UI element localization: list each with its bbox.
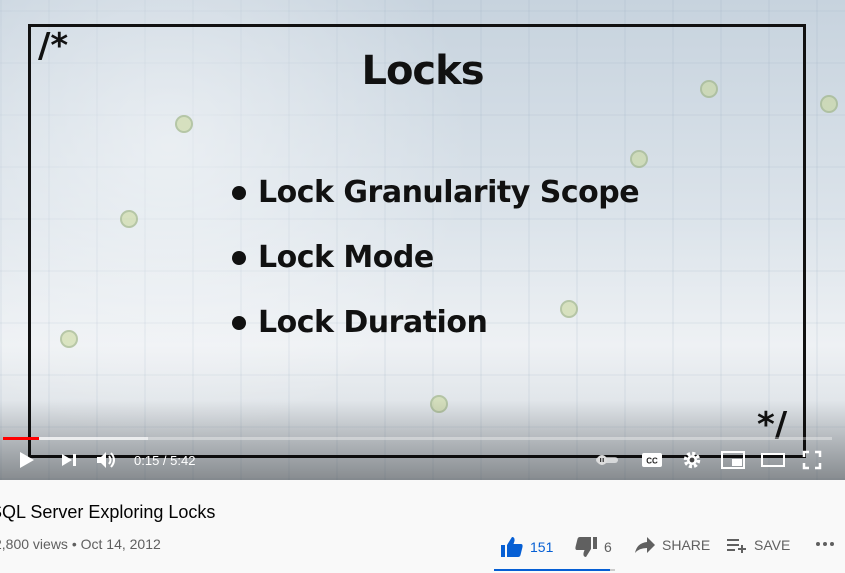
- slide-title: Locks: [361, 48, 484, 94]
- captions-button[interactable]: CC: [640, 448, 664, 472]
- video-info: SQL Server Exploring Locks 2,800 views •…: [0, 480, 845, 573]
- more-actions-button[interactable]: [815, 534, 835, 554]
- view-count: 2,800 views: [0, 536, 68, 552]
- slide-bullet-text: Lock Granularity Scope: [258, 175, 640, 210]
- miniplayer-button[interactable]: [720, 448, 746, 472]
- add-to-playlist-icon: [727, 539, 746, 553]
- theater-mode-button[interactable]: [760, 448, 786, 472]
- theater-icon: [761, 453, 785, 467]
- duration: 5:42: [170, 453, 196, 468]
- background-decoration: [820, 95, 838, 113]
- slide-bullet-list: Lock Granularity Scope Lock Mode Lock Du…: [232, 160, 640, 355]
- volume-icon: [97, 452, 115, 468]
- bullet-icon: [232, 315, 246, 330]
- current-time: 0:15: [134, 453, 160, 468]
- progress-bar[interactable]: [3, 437, 832, 440]
- slide-bullet-text: Lock Duration: [258, 305, 488, 340]
- slide-bullet: Lock Mode: [232, 225, 639, 290]
- video-player[interactable]: /* */ Locks Lock Granularity Scope Lock …: [0, 0, 845, 480]
- volume-button[interactable]: [94, 448, 120, 472]
- thumbs-up-icon: [501, 537, 523, 557]
- share-label: SHARE: [662, 537, 711, 553]
- next-button[interactable]: [58, 448, 80, 472]
- share-icon: [635, 537, 655, 553]
- cc-icon: CC: [642, 453, 662, 467]
- autoplay-toggle[interactable]: [594, 448, 620, 472]
- next-icon: [62, 454, 76, 466]
- play-icon: [20, 452, 34, 468]
- bullet-icon: [232, 185, 246, 200]
- bullet-icon: [232, 250, 246, 265]
- save-button[interactable]: SAVE: [726, 536, 790, 554]
- fullscreen-button[interactable]: [800, 448, 824, 472]
- like-ratio-fill: [494, 569, 611, 571]
- like-count: 151: [530, 539, 554, 555]
- like-dislike-ratio-bar: [494, 569, 615, 571]
- slide-bullet: Lock Granularity Scope: [232, 160, 640, 225]
- save-label: SAVE: [754, 537, 791, 553]
- fullscreen-icon: [802, 450, 822, 470]
- slide-bullet-text: Lock Mode: [258, 240, 434, 275]
- play-button[interactable]: [14, 448, 38, 472]
- video-title: SQL Server Exploring Locks: [0, 502, 216, 522]
- progress-played: [3, 437, 40, 440]
- dislike-count: 6: [604, 539, 612, 555]
- share-button[interactable]: SHARE: [634, 536, 710, 554]
- autoplay-toggle-icon: [596, 455, 618, 465]
- like-button[interactable]: 151: [500, 536, 553, 558]
- more-horiz-icon: [816, 542, 834, 546]
- player-controls: 0:15 / 5:42 CC: [0, 444, 845, 476]
- video-metadata: 2,800 views • Oct 14, 2012: [0, 536, 161, 552]
- thumbs-down-icon: [575, 537, 597, 557]
- upload-date: Oct 14, 2012: [80, 536, 161, 552]
- miniplayer-icon: [721, 451, 745, 469]
- settings-button[interactable]: [680, 448, 704, 472]
- slide-bullet: Lock Duration: [232, 290, 639, 355]
- gear-icon: [683, 451, 701, 469]
- svg-text:CC: CC: [646, 457, 658, 466]
- dislike-button[interactable]: 6: [574, 536, 612, 558]
- time-display: 0:15 / 5:42: [134, 453, 196, 468]
